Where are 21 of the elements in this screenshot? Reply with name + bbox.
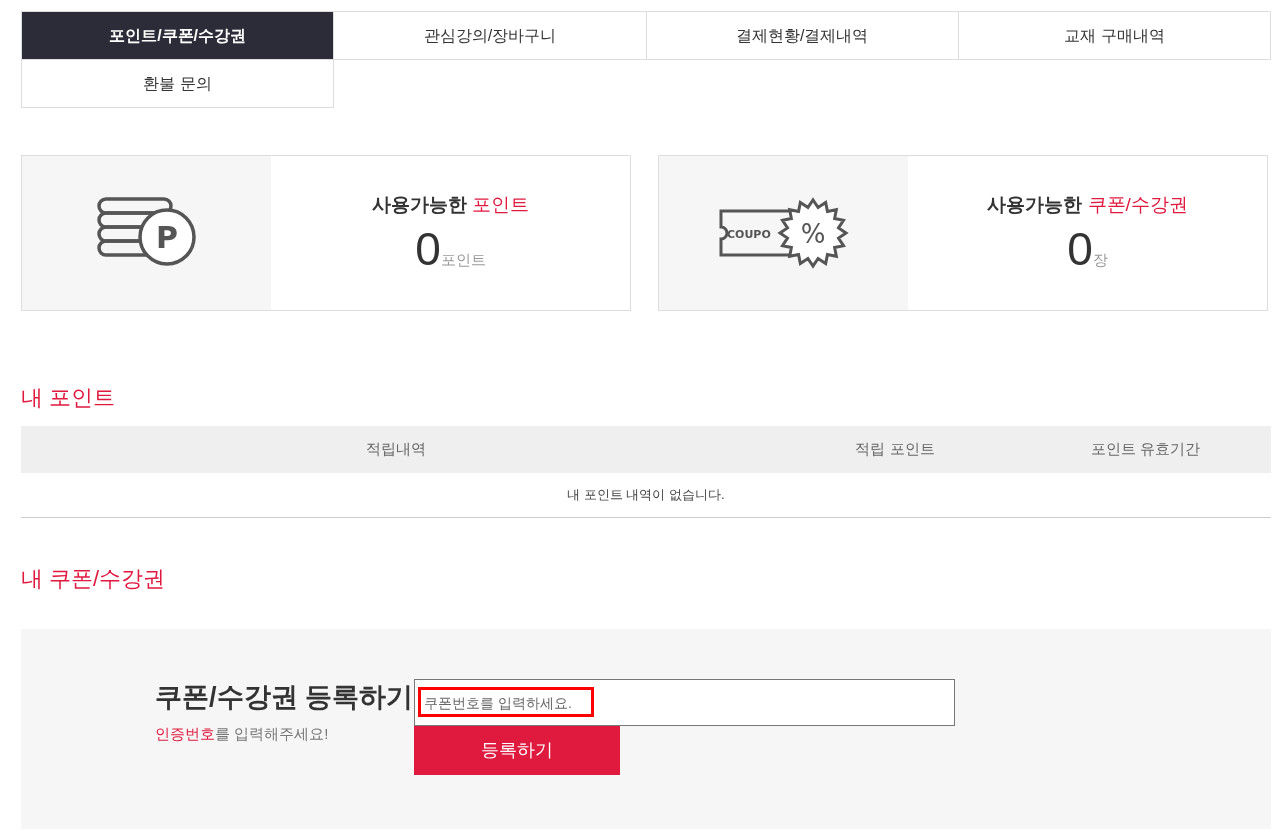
coupon-input-field[interactable]: 쿠폰번호를 입력하세요. [414, 679, 955, 726]
section-title: 내 포인트 [21, 384, 117, 412]
tab[interactable]: 관심강의/장바구니 [334, 12, 647, 60]
tab[interactable]: 환불 문의 [22, 60, 335, 108]
tab[interactable]: 교재 구매내역 [958, 12, 1271, 60]
tab[interactable]: 결제현황/결제내역 [646, 12, 959, 60]
tab[interactable]: 포인트/쿠폰/수강권 [22, 12, 335, 60]
card-title: 사용가능한 쿠폰/수강권 [987, 192, 1188, 217]
register-title: 쿠폰/수강권 등록하기 [155, 681, 414, 714]
column-header: 적립내역 [364, 439, 427, 460]
empty-message: 내 포인트 내역이 없습니다. [21, 473, 1271, 518]
count-unit: 장 [1092, 249, 1108, 270]
column-header: 포인트 유효기간 [1089, 439, 1202, 460]
count-value: 0 [415, 223, 441, 276]
section-title: 내 쿠폰/수강권 [21, 565, 167, 593]
count-value: 0 [1067, 223, 1093, 276]
register-button[interactable]: 등록하기 [414, 726, 620, 775]
count-unit: 포인트 [440, 249, 486, 270]
card-title: 사용가능한 포인트 [371, 192, 530, 217]
column-header: 적립 포인트 [854, 439, 936, 460]
help-text: 인증번호를 입력해주세요! [155, 724, 330, 744]
